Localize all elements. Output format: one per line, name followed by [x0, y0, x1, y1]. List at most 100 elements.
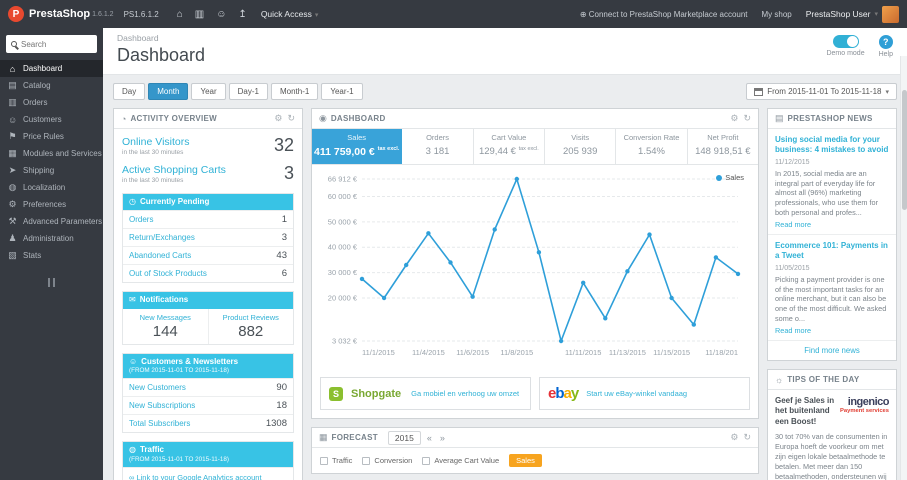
sidebar-search[interactable]	[6, 35, 97, 53]
article-title-link[interactable]: Using social media for your business: 4 …	[775, 135, 889, 156]
filter-year-button[interactable]: Year	[191, 83, 226, 100]
page-scrollbar[interactable]	[900, 56, 907, 480]
upload-icon[interactable]: ↥	[238, 9, 246, 20]
shopgate-ad[interactable]: S Shopgate Ga mobiel en verhoog uw omzet	[320, 377, 531, 410]
sidebar-item-price-rules[interactable]: ⚑ Price Rules	[0, 128, 103, 145]
prestashop-news-panel: ▤ PRESTASHOP NEWS Using social media for…	[767, 108, 897, 361]
marketplace-label: Connect to PrestaShop Marketplace accoun…	[588, 9, 748, 19]
total-subscribers-row[interactable]: Total Subscribers 1308	[123, 414, 293, 432]
article-body: In 2015, social media are an integral pa…	[775, 168, 879, 218]
preferences-icon: ⚙	[8, 199, 17, 209]
google-analytics-link[interactable]: ∞ Link to your Google Analytics account	[129, 473, 262, 480]
find-more-news-link[interactable]: Find more news	[768, 341, 896, 360]
pending-row-orders[interactable]: Orders 1	[123, 210, 293, 228]
sidebar-item-stats[interactable]: ▧ Stats	[0, 247, 103, 264]
demo-mode-toggle[interactable]: Demo mode	[826, 35, 865, 58]
orders-icon: ▥	[8, 97, 17, 107]
shopgate-link[interactable]: Ga mobiel en verhoog uw omzet	[411, 389, 519, 398]
lightbulb-icon: ☼	[775, 374, 784, 385]
filter-month-1-button[interactable]: Month-1	[270, 83, 319, 100]
forecast-prev-button[interactable]: «	[425, 433, 434, 443]
cart-icon[interactable]: ▥	[195, 9, 204, 20]
help-icon[interactable]: ?	[878, 35, 893, 49]
checkbox-icon[interactable]	[362, 456, 371, 465]
date-range-picker[interactable]: From 2015-11-01 To 2015-11-18 ▾	[746, 83, 897, 100]
article-date: 11/05/2015	[775, 264, 810, 272]
forecast-legend-conversion[interactable]: Conversion	[362, 456, 412, 465]
search-input[interactable]	[21, 39, 92, 49]
sidebar-item-administration[interactable]: ♟ Administration	[0, 230, 103, 247]
ebay-link[interactable]: Start uw eBay-winkel vandaag	[586, 389, 687, 398]
kpi-orders[interactable]: Orders 3 181	[402, 129, 474, 164]
marketplace-link[interactable]: ⊕ Connect to PrestaShop Marketplace acco…	[580, 10, 748, 19]
date-filter-bar: Day Month Year Day-1 Month-1 Year-1 From…	[103, 75, 907, 106]
new-messages-cell[interactable]: New Messages 144	[123, 309, 208, 344]
filter-month-button[interactable]: Month	[148, 83, 189, 100]
clock-icon: ◷	[129, 197, 136, 206]
activity-overview-panel: ◔ ACTIVITY OVERVIEW ⚙ ↻ Online Visitors …	[113, 108, 303, 480]
user-menu[interactable]: PrestaShop User ▾	[806, 5, 899, 23]
scrollbar-thumb[interactable]	[902, 90, 907, 210]
forecast-legend-traffic[interactable]: Traffic	[320, 456, 352, 465]
ebay-ad[interactable]: ebay Start uw eBay-winkel vandaag	[539, 377, 750, 410]
forecast-legend-average-cart-value[interactable]: Average Cart Value	[422, 456, 499, 465]
article-title-link[interactable]: Ecommerce 101: Payments in a Tweet	[775, 241, 889, 262]
gear-icon[interactable]: ⚙	[274, 113, 282, 124]
kpi-net-profit[interactable]: Net Profit 148 918,51 €	[688, 129, 758, 164]
kpi-sales[interactable]: Sales 411 759,00 € tax excl.	[312, 129, 403, 164]
sidebar-item-preferences[interactable]: ⚙ Preferences	[0, 196, 103, 213]
forecast-legend-sales-active[interactable]: Sales	[509, 454, 542, 467]
sidebar-item-modules[interactable]: ▦ Modules and Services	[0, 145, 103, 162]
sidebar-item-catalog[interactable]: ▤ Catalog	[0, 77, 103, 94]
new-customers-row[interactable]: New Customers 90	[123, 378, 293, 396]
filter-day-1-button[interactable]: Day-1	[228, 83, 268, 100]
forecast-legend: Traffic Conversion Average Cart Value Sa…	[312, 448, 758, 473]
gear-icon[interactable]: ⚙	[730, 113, 738, 124]
sidebar-item-orders[interactable]: ▥ Orders	[0, 94, 103, 111]
help-label: Help	[878, 51, 893, 58]
sales-chart[interactable]: 66 912 € 60 000 € 50 000 € 40 000 € 30 000 €…	[314, 169, 756, 371]
read-more-link[interactable]: Read more	[775, 326, 889, 335]
refresh-icon[interactable]: ↻	[743, 113, 751, 124]
sidebar-item-localization[interactable]: ◍ Localization	[0, 179, 103, 196]
read-more-link[interactable]: Read more	[775, 220, 889, 229]
pending-row-returns[interactable]: Return/Exchanges 3	[123, 228, 293, 246]
help-button[interactable]: ? Help	[879, 35, 893, 58]
sidebar-item-dashboard[interactable]: ⌂ Dashboard	[0, 60, 103, 77]
sidebar-item-customers[interactable]: ☺ Customers	[0, 111, 103, 128]
new-subscriptions-row[interactable]: New Subscriptions 18	[123, 396, 293, 414]
kpi-cart-value[interactable]: Cart Value 129,44 € tax excl.	[474, 129, 546, 164]
online-visitors-row[interactable]: Online Visitors in the last 30 minutes 3…	[122, 135, 294, 156]
active-carts-row[interactable]: Active Shopping Carts in the last 30 min…	[122, 163, 294, 184]
shopgate-brand: Shopgate	[351, 387, 402, 400]
filter-day-button[interactable]: Day	[113, 83, 146, 100]
refresh-icon[interactable]: ↻	[287, 113, 295, 124]
pending-row-abandoned-carts[interactable]: Abandoned Carts 43	[123, 246, 293, 264]
checkbox-icon[interactable]	[320, 456, 328, 465]
toggle-switch-icon[interactable]	[832, 35, 859, 48]
filter-year-1-button[interactable]: Year-1	[321, 83, 363, 100]
notifications-section: ✉ Notifications New Messages 144 Product …	[122, 291, 294, 345]
sidebar-item-shipping[interactable]: ➤ Shipping	[0, 162, 103, 179]
forecast-next-button[interactable]: »	[438, 433, 447, 443]
shop-icon[interactable]: ⌂	[177, 9, 183, 20]
checkbox-icon[interactable]	[422, 456, 431, 465]
article-body: Picking a payment provider is one of the…	[775, 274, 887, 324]
sidebar-collapse-button[interactable]	[44, 278, 60, 287]
kpi-visits[interactable]: Visits 205 939	[545, 129, 617, 164]
online-visitors-label[interactable]: Online Visitors	[122, 136, 190, 148]
quick-access-menu[interactable]: Quick Access ▾	[261, 9, 319, 19]
breadcrumb[interactable]: Dashboard	[117, 33, 893, 43]
chart-legend[interactable]: Sales	[716, 173, 744, 182]
active-carts-label[interactable]: Active Shopping Carts	[122, 164, 226, 176]
sidebar-item-label: Stats	[23, 251, 42, 260]
my-shop-link[interactable]: My shop	[762, 10, 792, 19]
forecast-year-select[interactable]: 2015	[387, 430, 421, 445]
kpi-conversion-rate[interactable]: Conversion Rate 1.54%	[616, 129, 688, 164]
refresh-icon[interactable]: ↻	[743, 432, 751, 443]
sidebar-item-advanced-parameters[interactable]: ⚒ Advanced Parameters	[0, 213, 103, 230]
product-reviews-cell[interactable]: Product Reviews 882	[207, 308, 294, 344]
pending-row-out-of-stock[interactable]: Out of Stock Products 6	[123, 264, 293, 282]
gear-icon[interactable]: ⚙	[730, 432, 738, 443]
customers-topbar-icon[interactable]: ☺	[216, 9, 226, 20]
